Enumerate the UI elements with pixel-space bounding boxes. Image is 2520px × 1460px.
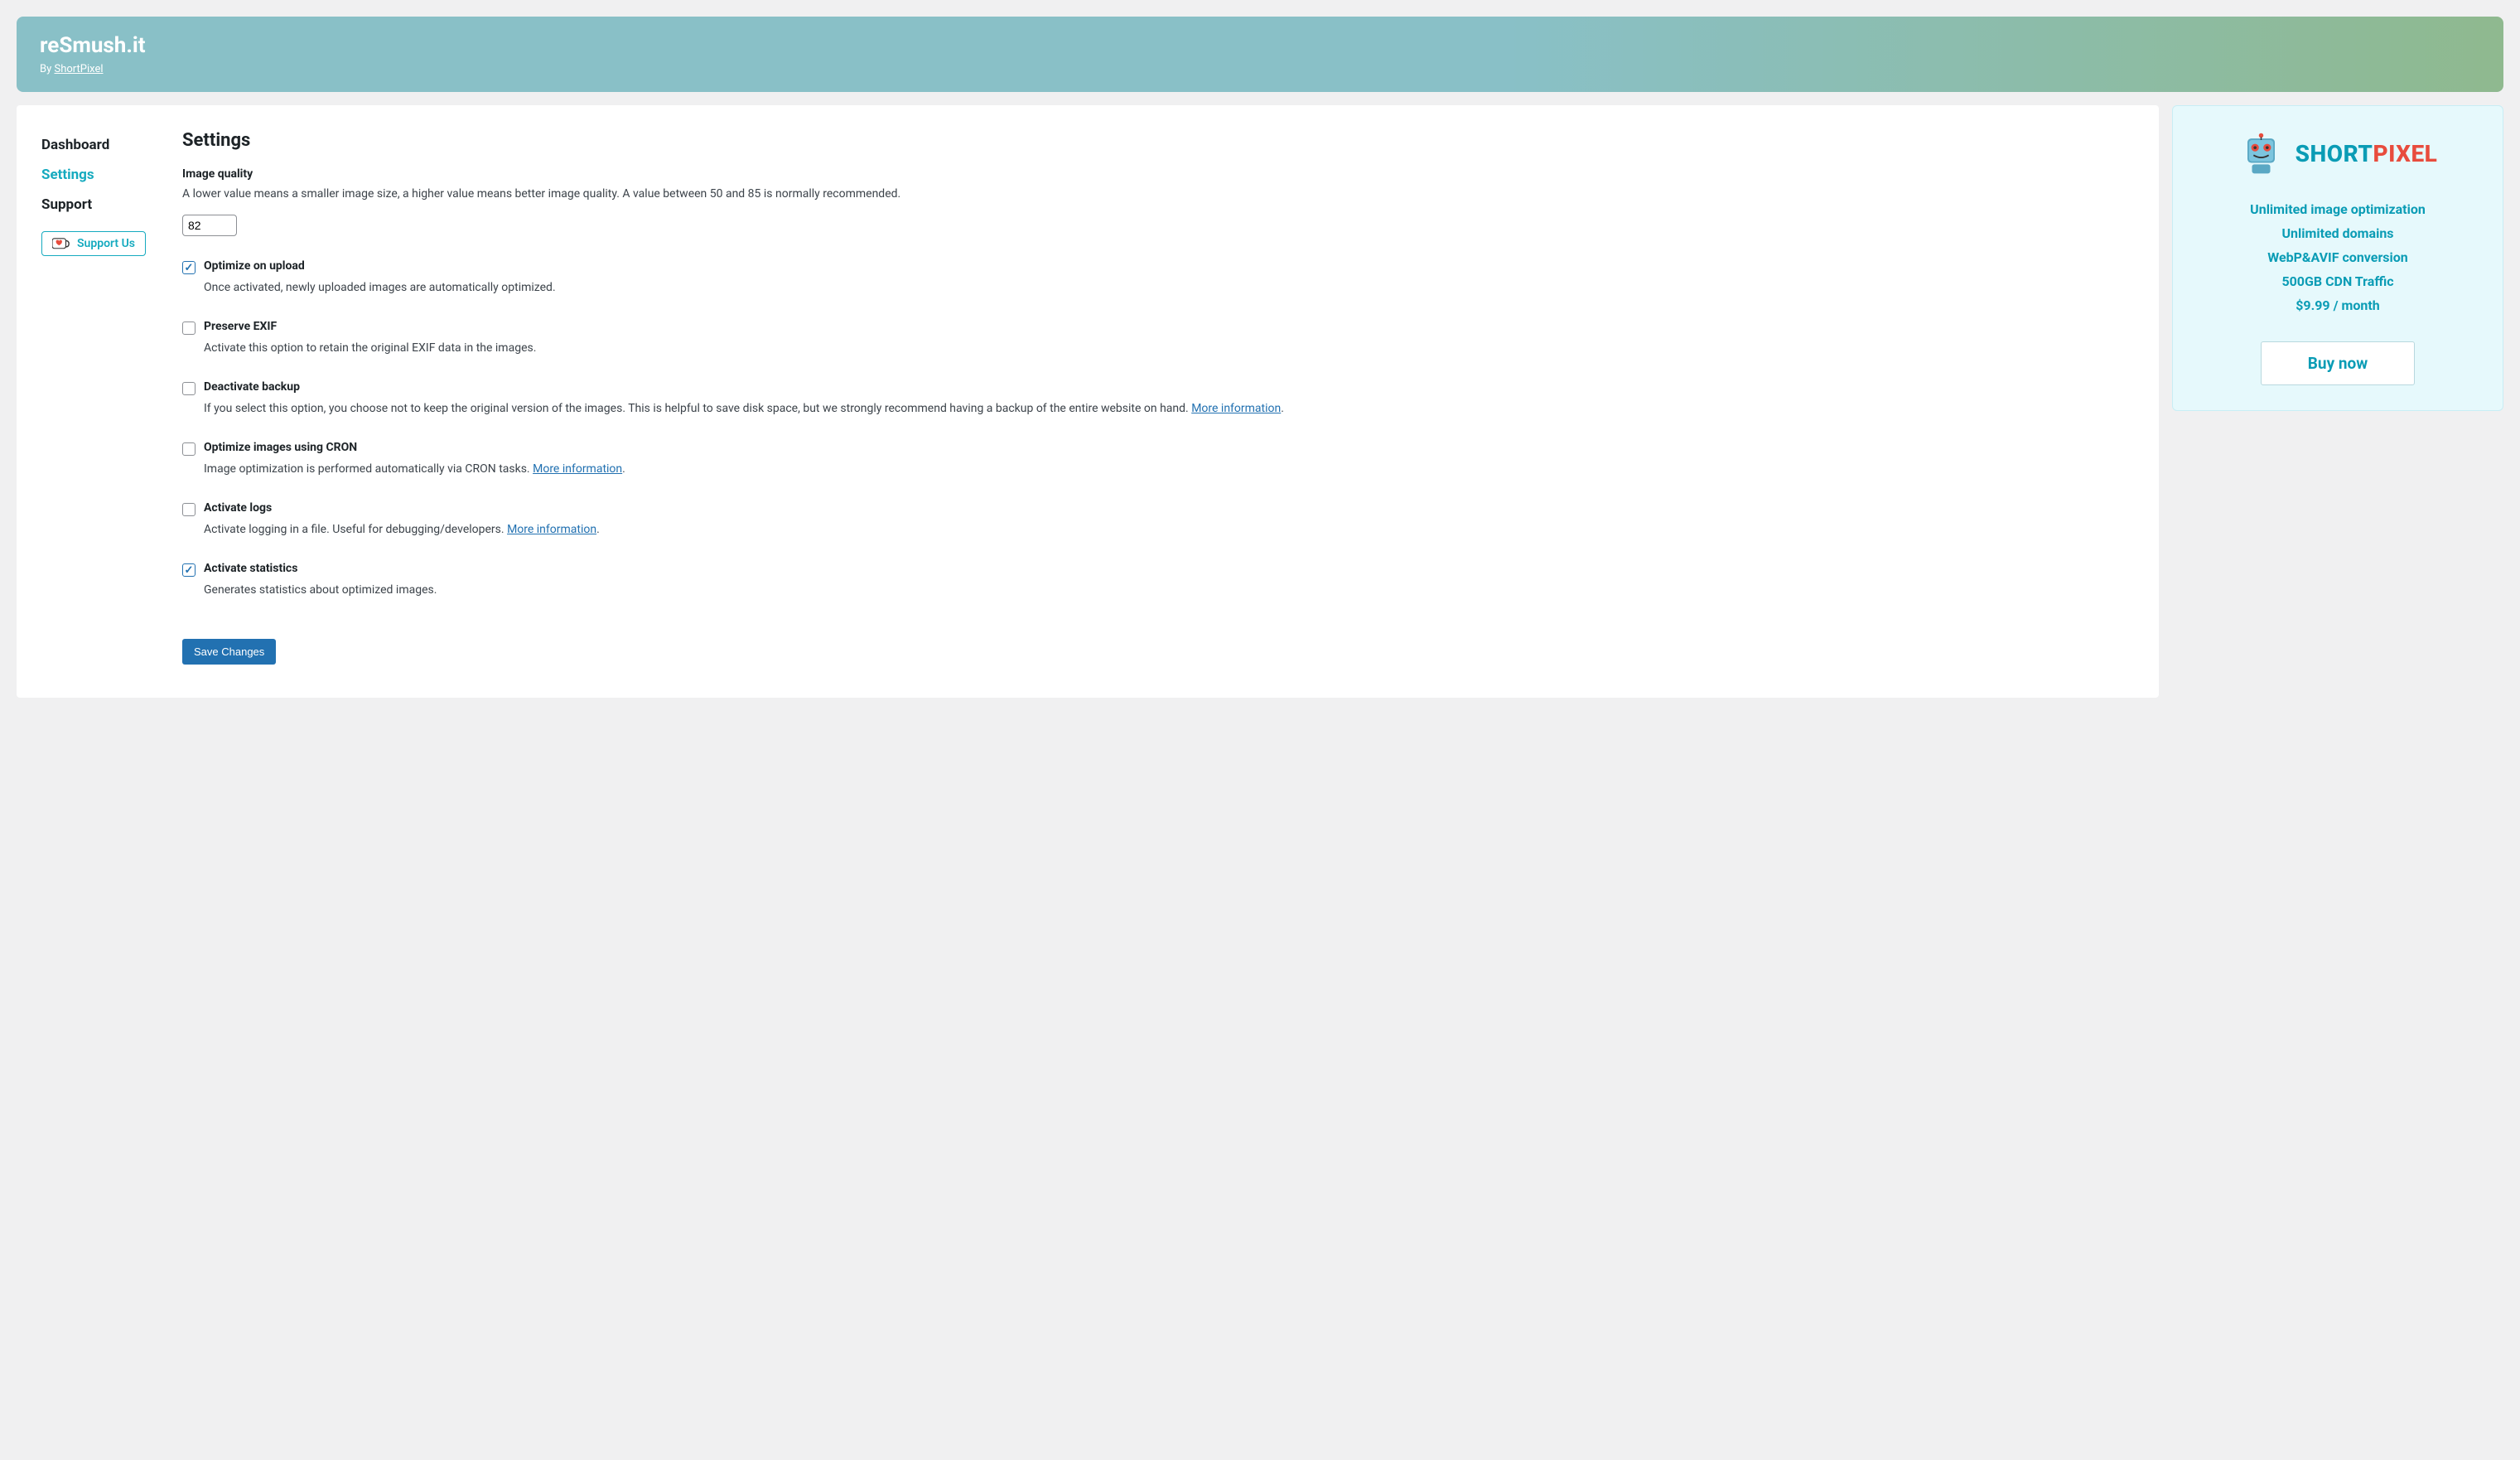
promo-panel: SHORTPIXEL Unlimited image optimization U… xyxy=(2172,105,2503,411)
promo-logo: SHORTPIXEL xyxy=(2193,131,2483,176)
promo-feature: 500GB CDN Traffic xyxy=(2193,273,2483,289)
checkbox-desc: Generates statistics about optimized ima… xyxy=(204,582,2126,599)
image-quality-desc: A lower value means a smaller image size… xyxy=(182,186,2126,203)
nav-settings[interactable]: Settings xyxy=(41,160,157,190)
robot-icon xyxy=(2238,131,2284,176)
image-quality-input[interactable] xyxy=(182,215,237,236)
checkbox[interactable] xyxy=(182,261,196,274)
checkbox-desc: If you select this option, you choose no… xyxy=(204,400,2126,418)
checkbox-label: Optimize on upload xyxy=(204,259,305,273)
option-row: Activate logs xyxy=(182,501,2126,516)
kofi-icon xyxy=(52,237,70,250)
checkbox-label: Preserve EXIF xyxy=(204,320,277,333)
settings-content: Settings Image quality A lower value mea… xyxy=(182,130,2126,665)
checkbox-desc: Activate logging in a file. Useful for d… xyxy=(204,521,2126,539)
header-banner: reSmush.it By ShortPixel xyxy=(17,17,2503,92)
plugin-title: reSmush.it xyxy=(40,33,2480,58)
checkbox-label: Optimize images using CRON xyxy=(204,441,357,454)
option-row: Preserve EXIF xyxy=(182,320,2126,335)
checkbox[interactable] xyxy=(182,321,196,335)
promo-feature: Unlimited image optimization xyxy=(2193,201,2483,217)
checkbox[interactable] xyxy=(182,503,196,516)
checkbox-label: Activate statistics xyxy=(204,562,297,575)
byline-link[interactable]: ShortPixel xyxy=(54,63,103,75)
more-info-link[interactable]: More information xyxy=(1191,402,1281,415)
checkbox[interactable] xyxy=(182,563,196,577)
checkbox[interactable] xyxy=(182,442,196,456)
buy-now-button[interactable]: Buy now xyxy=(2261,341,2415,385)
checkbox-desc: Once activated, newly uploaded images ar… xyxy=(204,279,2126,297)
promo-logo-text: SHORTPIXEL xyxy=(2296,140,2438,167)
byline: By ShortPixel xyxy=(40,63,2480,75)
checkbox-desc: Image optimization is performed automati… xyxy=(204,461,2126,478)
more-info-link[interactable]: More information xyxy=(507,523,596,536)
option-row: Deactivate backup xyxy=(182,380,2126,395)
promo-feature: $9.99 / month xyxy=(2193,297,2483,313)
more-info-link[interactable]: More information xyxy=(533,462,622,476)
promo-feature: WebP&AVIF conversion xyxy=(2193,249,2483,265)
option-row: Optimize images using CRON xyxy=(182,441,2126,456)
checkbox-label: Activate logs xyxy=(204,501,272,515)
content-panel: Dashboard Settings Support Support Us Se… xyxy=(17,105,2159,698)
sidebar-nav: Dashboard Settings Support Support Us xyxy=(41,130,157,665)
nav-support[interactable]: Support xyxy=(41,190,157,220)
promo-feature: Unlimited domains xyxy=(2193,225,2483,241)
image-quality-label: Image quality xyxy=(182,167,2126,181)
checkbox-label: Deactivate backup xyxy=(204,380,300,394)
nav-dashboard[interactable]: Dashboard xyxy=(41,130,157,160)
checkbox[interactable] xyxy=(182,382,196,395)
save-button[interactable]: Save Changes xyxy=(182,639,276,665)
page-title: Settings xyxy=(182,130,2126,151)
support-us-button[interactable]: Support Us xyxy=(41,231,146,256)
checkbox-desc: Activate this option to retain the origi… xyxy=(204,340,2126,357)
option-row: Activate statistics xyxy=(182,562,2126,577)
option-row: Optimize on upload xyxy=(182,259,2126,274)
